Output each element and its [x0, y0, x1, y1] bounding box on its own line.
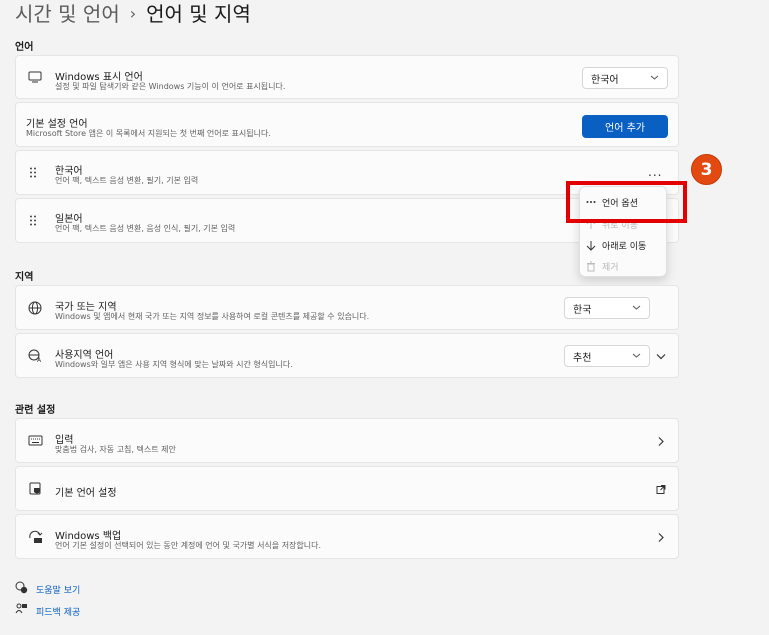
help-link-label: 도움말 보기 — [36, 585, 81, 596]
svg-text:A: A — [37, 357, 42, 363]
help-icon — [15, 581, 28, 597]
regional-format-dropdown[interactable]: 추천 — [564, 345, 650, 367]
page-title: 언어 및 지역 — [146, 2, 251, 26]
backup-icon — [27, 529, 43, 545]
display-language-dropdown[interactable]: 한국어 — [582, 67, 668, 89]
menu-item-label: 제거 — [602, 262, 619, 273]
display-language-description: 설정 및 파일 탐색기와 같은 Windows 기능이 이 언어로 표시됩니다. — [55, 82, 286, 91]
chevron-down-icon — [632, 351, 641, 363]
regional-format-icon: A — [27, 348, 43, 364]
country-region-dropdown[interactable]: 한국 — [564, 297, 650, 319]
menu-item-label: 아래로 이동 — [602, 241, 647, 252]
country-region-description: Windows 및 앱에서 현재 국가 또는 지역 정보를 사용하여 로컬 콘텐… — [55, 312, 370, 321]
external-link-icon — [656, 479, 666, 498]
expand-chevron-icon[interactable] — [656, 346, 666, 365]
related-admin-language-title: 기본 언어 설정 — [55, 488, 117, 499]
chevron-right-icon — [656, 431, 666, 450]
arrow-down-icon — [580, 240, 602, 251]
breadcrumb-separator: › — [129, 4, 137, 23]
related-backup-description: 언어 기본 설정이 선택되어 있는 동안 계정에 언어 및 국가별 서식을 저장… — [55, 541, 322, 550]
highlight-box — [566, 181, 687, 223]
feedback-link-label: 피드백 제공 — [36, 607, 81, 618]
regional-format-value: 추천 — [573, 352, 592, 364]
preferred-languages-description: Microsoft Store 앱은 이 목록에서 지원되는 첫 번째 언어로 … — [26, 129, 271, 138]
feedback-link[interactable]: 피드백 제공 — [15, 603, 80, 619]
country-region-card: 국가 또는 지역 Windows 및 앱에서 현재 국가 또는 지역 정보를 사… — [15, 285, 679, 330]
step-badge: 3 — [691, 154, 722, 185]
globe-icon — [27, 300, 43, 316]
display-language-value: 한국어 — [591, 74, 619, 86]
section-language-title: 언어 — [15, 42, 34, 53]
drag-handle-icon[interactable] — [29, 211, 37, 230]
display-language-card: Windows 표시 언어 설정 및 파일 탐색기와 같은 Windows 기능… — [15, 55, 679, 99]
chevron-right-icon — [656, 527, 666, 546]
help-link[interactable]: 도움말 보기 — [15, 581, 80, 597]
regional-format-card[interactable]: A 사용지역 언어 Windows와 일부 앱은 사용 지역 형식에 맞는 날짜… — [15, 333, 679, 378]
keyboard-icon — [27, 433, 43, 449]
breadcrumb-parent[interactable]: 시간 및 언어 — [15, 1, 120, 27]
section-region-title: 지역 — [15, 272, 34, 283]
country-region-value: 한국 — [573, 304, 592, 316]
admin-language-icon — [27, 481, 43, 497]
related-typing-description: 맞춤법 검사, 자동 고침, 텍스트 제안 — [55, 445, 176, 454]
related-admin-language-card[interactable]: 기본 언어 설정 — [15, 466, 679, 511]
chevron-down-icon — [632, 303, 641, 315]
language-features: 언어 팩, 텍스트 음성 변환, 필기, 기본 입력 — [55, 176, 199, 185]
related-backup-card[interactable]: Windows 백업 언어 기본 설정이 선택되어 있는 동안 계정에 언어 및… — [15, 514, 679, 559]
monitor-icon — [27, 69, 43, 85]
breadcrumb: 시간 및 언어 › 언어 및 지역 — [15, 0, 251, 28]
feedback-icon — [15, 603, 28, 619]
menu-item-remove: 제거 — [580, 256, 668, 276]
preferred-languages-card: 기본 설정 언어 Microsoft Store 앱은 이 목록에서 지원되는 … — [15, 102, 679, 147]
drag-handle-icon[interactable] — [29, 163, 37, 182]
menu-item-move-down[interactable]: 아래로 이동 — [580, 235, 668, 255]
language-features: 언어 팩, 텍스트 음성 변환, 음성 인식, 필기, 기본 입력 — [55, 224, 236, 233]
related-typing-card[interactable]: 입력 맞춤법 검사, 자동 고침, 텍스트 제안 — [15, 418, 679, 463]
section-related-title: 관련 설정 — [15, 405, 56, 416]
trash-icon — [580, 261, 602, 272]
add-language-button[interactable]: 언어 추가 — [582, 115, 668, 138]
chevron-down-icon — [650, 73, 659, 85]
more-options-button[interactable]: ... — [648, 165, 662, 179]
regional-format-description: Windows와 일부 앱은 사용 지역 형식에 맞는 날짜와 시간 형식입니다… — [55, 360, 293, 369]
